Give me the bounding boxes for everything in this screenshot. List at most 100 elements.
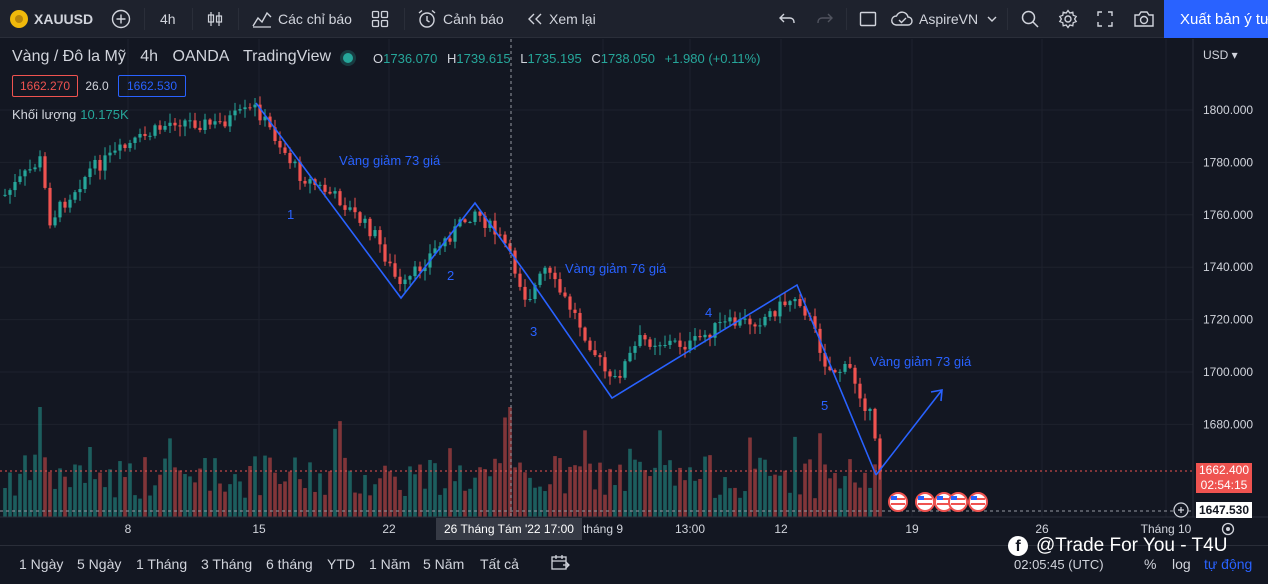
candle-body (403, 279, 407, 285)
time-tick: 12 (774, 522, 788, 536)
volume-bar (398, 489, 402, 517)
price-tick: 1800.000 (1203, 103, 1253, 117)
range-5y[interactable]: 5 Năm (423, 556, 464, 572)
candle-body (783, 301, 787, 306)
candle-body (238, 109, 242, 111)
price-tick: 1700.000 (1203, 365, 1253, 379)
volume-bar (708, 455, 712, 517)
candle-body (523, 286, 527, 300)
goto-date-button[interactable] (550, 554, 570, 575)
replay-button[interactable]: Xem lại (526, 0, 596, 38)
currency-selector[interactable]: USD ▾ (1203, 48, 1238, 62)
range-5d[interactable]: 5 Ngày (77, 556, 121, 572)
fullscreen-button[interactable] (1096, 0, 1114, 38)
indicators-button[interactable]: Các chỉ báo (252, 0, 352, 38)
range-3m[interactable]: 3 Tháng (201, 556, 252, 572)
crosshair-price-label: 1647.530 (1196, 502, 1252, 518)
price-chart[interactable]: Vàng giảm 73 giá Vàng giảm 76 giá Vàng g… (0, 39, 1268, 545)
candle-body (518, 273, 522, 287)
volume-bar (668, 460, 672, 517)
cloud-account-button[interactable]: AspireVN (890, 0, 998, 38)
price-tick: 1680.000 (1203, 417, 1253, 431)
range-6m[interactable]: 6 tháng (266, 556, 313, 572)
candle-body (143, 133, 147, 136)
candle-body (328, 191, 332, 194)
volume-bar (728, 488, 732, 517)
snapshot-button[interactable] (1133, 0, 1155, 38)
camera-icon (1134, 11, 1154, 27)
us-flag-event-icon[interactable] (948, 492, 968, 512)
chart-type-button[interactable] (206, 0, 224, 38)
compare-button[interactable] (111, 0, 131, 38)
utc-clock[interactable]: 02:05:45 (UTC) (1014, 557, 1104, 572)
expand-icon (1097, 11, 1113, 27)
settings-button[interactable] (1058, 0, 1078, 38)
volume-title: Khối lượng (12, 107, 77, 122)
candle-body (88, 168, 92, 178)
alert-button[interactable]: Cảnh báo (417, 0, 504, 38)
us-flag-event-icon[interactable] (968, 492, 988, 512)
us-flag-event-icon[interactable] (915, 492, 935, 512)
volume-bar (3, 488, 7, 517)
candle-body (688, 340, 692, 350)
volume-bar (153, 485, 157, 517)
range-1d[interactable]: 1 Ngày (19, 556, 63, 572)
volume-bar (803, 463, 807, 517)
candle-body (338, 191, 342, 206)
candle-body (603, 357, 607, 372)
symbol-search[interactable]: XAUUSD (10, 0, 93, 38)
us-flag-event-icon[interactable] (888, 492, 908, 512)
undo-button[interactable] (778, 0, 796, 38)
candle-body (48, 187, 52, 226)
volume-bar (338, 421, 342, 517)
candle-body (348, 207, 352, 210)
gold-coin-icon (10, 10, 28, 28)
range-all[interactable]: Tất cả (480, 556, 519, 572)
time-tick: 8 (124, 522, 132, 536)
range-1y[interactable]: 1 Năm (369, 556, 410, 572)
redo-button[interactable] (816, 0, 834, 38)
interval-button[interactable]: 4h (160, 0, 176, 38)
volume-bar (88, 446, 92, 517)
volume-bar (278, 483, 282, 517)
volume-bar (328, 471, 332, 517)
candle-body (123, 144, 127, 149)
time-tick: 22 (382, 522, 396, 536)
range-ytd[interactable]: YTD (327, 556, 355, 572)
add-alert-plus[interactable] (1173, 502, 1189, 518)
candle-body (38, 156, 42, 168)
wave-label-4: 4 (705, 305, 712, 320)
buy-price-button[interactable]: 1662.530 (118, 75, 186, 97)
volume-bar (283, 481, 287, 517)
candle-body (343, 205, 347, 210)
volume-bar (163, 458, 167, 517)
candle-body (233, 110, 237, 116)
candle-body (793, 299, 797, 302)
candle-body (728, 317, 732, 322)
publish-idea-button[interactable]: Xuất bản ý tưởng (1164, 0, 1268, 38)
volume-bar (313, 491, 317, 517)
indicators-label: Các chỉ báo (278, 11, 352, 27)
volume-bar (853, 482, 857, 517)
range-1m[interactable]: 1 Tháng (136, 556, 187, 572)
volume-bar (633, 459, 637, 517)
ohlc-values: O1736.070 H1739.615 L1735.195 C1738.050 … (373, 51, 761, 66)
volume-bar (838, 488, 842, 517)
time-tick: tháng 9 (582, 522, 624, 536)
search-button[interactable] (1020, 0, 1040, 38)
sell-price-button[interactable]: 1662.270 (12, 75, 78, 97)
candle-body (623, 361, 627, 378)
volume-bar (73, 464, 77, 517)
candle-body (668, 340, 672, 345)
fullscreen-frame-button[interactable] (859, 0, 877, 38)
log-toggle[interactable]: log (1172, 556, 1191, 572)
candle-body (773, 311, 777, 317)
auto-scale-toggle[interactable]: tự động (1204, 556, 1252, 572)
percent-toggle[interactable]: % (1144, 556, 1156, 572)
volume-bar (608, 468, 612, 517)
watermark: f @Trade For You - T4U (1008, 535, 1227, 557)
volume-bar (568, 466, 572, 517)
layouts-button[interactable] (371, 0, 389, 38)
candle-body (58, 201, 62, 218)
volume-bar (238, 481, 242, 517)
